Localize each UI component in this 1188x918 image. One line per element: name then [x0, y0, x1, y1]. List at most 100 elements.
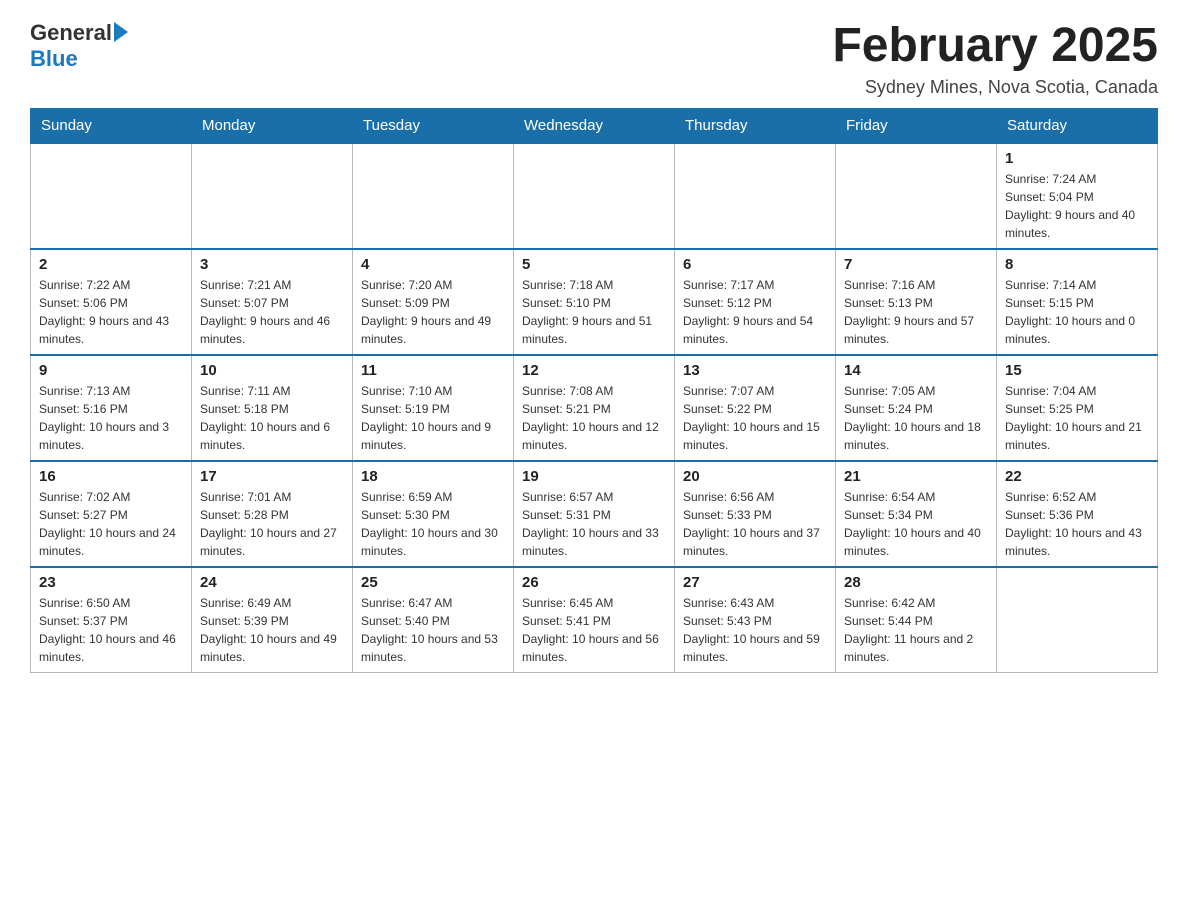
- day-info: Sunrise: 6:47 AMSunset: 5:40 PMDaylight:…: [361, 594, 505, 666]
- day-number: 8: [1005, 256, 1149, 273]
- day-number: 20: [683, 468, 827, 485]
- day-info: Sunrise: 7:01 AMSunset: 5:28 PMDaylight:…: [200, 488, 344, 560]
- logo-arrow-icon: [114, 22, 128, 42]
- calendar-cell: 15 Sunrise: 7:04 AMSunset: 5:25 PMDayligh…: [997, 355, 1158, 461]
- day-info: Sunrise: 7:08 AMSunset: 5:21 PMDaylight:…: [522, 382, 666, 454]
- calendar-cell: 3Sunrise: 7:21 AMSunset: 5:07 PMDaylight…: [192, 249, 353, 355]
- calendar-cell: 22 Sunrise: 6:52 AMSunset: 5:36 PMDayligh…: [997, 461, 1158, 567]
- calendar-cell: 14 Sunrise: 7:05 AMSunset: 5:24 PMDayligh…: [836, 355, 997, 461]
- calendar-cell: [514, 143, 675, 249]
- day-number: 12: [522, 362, 666, 379]
- day-info: Sunrise: 7:17 AMSunset: 5:12 PMDaylight:…: [683, 276, 827, 348]
- day-info: Sunrise: 7:18 AMSunset: 5:10 PMDaylight:…: [522, 276, 666, 348]
- calendar-week-row: 16Sunrise: 7:02 AMSunset: 5:27 PMDayligh…: [31, 461, 1158, 567]
- calendar-cell: 25 Sunrise: 6:47 AMSunset: 5:40 PMDayligh…: [353, 567, 514, 673]
- calendar-cell: [192, 143, 353, 249]
- calendar-cell: 13Sunrise: 7:07 AMSunset: 5:22 PMDayligh…: [675, 355, 836, 461]
- day-info: Sunrise: 6:43 AMSunset: 5:43 PMDaylight:…: [683, 594, 827, 666]
- day-number: 24: [200, 574, 344, 591]
- day-info: Sunrise: 6:42 AMSunset: 5:44 PMDaylight:…: [844, 594, 988, 666]
- day-of-week-header: Tuesday: [353, 108, 514, 143]
- day-number: 21: [844, 468, 988, 485]
- day-of-week-header: Sunday: [31, 108, 192, 143]
- day-number: 18: [361, 468, 505, 485]
- day-of-week-header: Saturday: [997, 108, 1158, 143]
- calendar-cell: 21Sunrise: 6:54 AMSunset: 5:34 PMDayligh…: [836, 461, 997, 567]
- calendar-header-row: SundayMondayTuesdayWednesdayThursdayFrid…: [31, 108, 1158, 143]
- day-number: 17: [200, 468, 344, 485]
- day-info: Sunrise: 6:45 AMSunset: 5:41 PMDaylight:…: [522, 594, 666, 666]
- calendar-cell: 24 Sunrise: 6:49 AMSunset: 5:39 PMDayligh…: [192, 567, 353, 673]
- calendar-cell: 5Sunrise: 7:18 AMSunset: 5:10 PMDaylight…: [514, 249, 675, 355]
- calendar-cell: 7 Sunrise: 7:16 AMSunset: 5:13 PMDaylight…: [836, 249, 997, 355]
- day-number: 28: [844, 574, 988, 591]
- calendar-cell: 11 Sunrise: 7:10 AMSunset: 5:19 PMDayligh…: [353, 355, 514, 461]
- day-info: Sunrise: 6:56 AMSunset: 5:33 PMDaylight:…: [683, 488, 827, 560]
- day-info: Sunrise: 7:24 AMSunset: 5:04 PMDaylight:…: [1005, 170, 1149, 242]
- day-of-week-header: Thursday: [675, 108, 836, 143]
- day-info: Sunrise: 6:52 AMSunset: 5:36 PMDaylight:…: [1005, 488, 1149, 560]
- day-info: Sunrise: 6:50 AMSunset: 5:37 PMDaylight:…: [39, 594, 183, 666]
- day-number: 9: [39, 362, 183, 379]
- day-info: Sunrise: 6:57 AMSunset: 5:31 PMDaylight:…: [522, 488, 666, 560]
- calendar-cell: [675, 143, 836, 249]
- logo-blue-text: Blue: [30, 46, 128, 72]
- logo: General Blue: [30, 20, 128, 72]
- calendar-cell: 6 Sunrise: 7:17 AMSunset: 5:12 PMDaylight…: [675, 249, 836, 355]
- day-info: Sunrise: 7:13 AMSunset: 5:16 PMDaylight:…: [39, 382, 183, 454]
- day-number: 23: [39, 574, 183, 591]
- calendar-cell: 2 Sunrise: 7:22 AMSunset: 5:06 PMDaylight…: [31, 249, 192, 355]
- day-info: Sunrise: 7:04 AMSunset: 5:25 PMDaylight:…: [1005, 382, 1149, 454]
- calendar-cell: 9 Sunrise: 7:13 AMSunset: 5:16 PMDaylight…: [31, 355, 192, 461]
- day-number: 15: [1005, 362, 1149, 379]
- calendar-cell: [353, 143, 514, 249]
- calendar-cell: 27 Sunrise: 6:43 AMSunset: 5:43 PMDayligh…: [675, 567, 836, 673]
- day-info: Sunrise: 7:16 AMSunset: 5:13 PMDaylight:…: [844, 276, 988, 348]
- calendar-cell: 1 Sunrise: 7:24 AMSunset: 5:04 PMDaylight…: [997, 143, 1158, 249]
- calendar-cell: 12 Sunrise: 7:08 AMSunset: 5:21 PMDayligh…: [514, 355, 675, 461]
- day-info: Sunrise: 7:05 AMSunset: 5:24 PMDaylight:…: [844, 382, 988, 454]
- calendar-cell: 8 Sunrise: 7:14 AMSunset: 5:15 PMDaylight…: [997, 249, 1158, 355]
- day-info: Sunrise: 7:22 AMSunset: 5:06 PMDaylight:…: [39, 276, 183, 348]
- calendar-cell: [31, 143, 192, 249]
- calendar-week-row: 23 Sunrise: 6:50 AMSunset: 5:37 PMDayligh…: [31, 567, 1158, 673]
- day-number: 19: [522, 468, 666, 485]
- day-info: Sunrise: 7:14 AMSunset: 5:15 PMDaylight:…: [1005, 276, 1149, 348]
- calendar-cell: 23 Sunrise: 6:50 AMSunset: 5:37 PMDayligh…: [31, 567, 192, 673]
- day-number: 4: [361, 256, 505, 273]
- calendar-cell: 10Sunrise: 7:11 AMSunset: 5:18 PMDayligh…: [192, 355, 353, 461]
- day-of-week-header: Wednesday: [514, 108, 675, 143]
- calendar-cell: 16Sunrise: 7:02 AMSunset: 5:27 PMDayligh…: [31, 461, 192, 567]
- day-number: 3: [200, 256, 344, 273]
- day-number: 27: [683, 574, 827, 591]
- calendar-cell: 18Sunrise: 6:59 AMSunset: 5:30 PMDayligh…: [353, 461, 514, 567]
- page-header: General Blue February 2025 Sydney Mines,…: [30, 20, 1158, 98]
- day-of-week-header: Friday: [836, 108, 997, 143]
- calendar-cell: [836, 143, 997, 249]
- calendar-week-row: 1 Sunrise: 7:24 AMSunset: 5:04 PMDaylight…: [31, 143, 1158, 249]
- day-number: 6: [683, 256, 827, 273]
- day-info: Sunrise: 7:02 AMSunset: 5:27 PMDaylight:…: [39, 488, 183, 560]
- location-text: Sydney Mines, Nova Scotia, Canada: [832, 77, 1158, 98]
- day-number: 26: [522, 574, 666, 591]
- calendar-cell: 20 Sunrise: 6:56 AMSunset: 5:33 PMDayligh…: [675, 461, 836, 567]
- calendar-cell: 4Sunrise: 7:20 AMSunset: 5:09 PMDaylight…: [353, 249, 514, 355]
- calendar-cell: 17 Sunrise: 7:01 AMSunset: 5:28 PMDayligh…: [192, 461, 353, 567]
- day-number: 22: [1005, 468, 1149, 485]
- calendar-cell: 26 Sunrise: 6:45 AMSunset: 5:41 PMDayligh…: [514, 567, 675, 673]
- day-number: 11: [361, 362, 505, 379]
- calendar-cell: 28 Sunrise: 6:42 AMSunset: 5:44 PMDayligh…: [836, 567, 997, 673]
- logo-general-text: General: [30, 20, 112, 46]
- day-number: 1: [1005, 150, 1149, 167]
- day-number: 7: [844, 256, 988, 273]
- month-title: February 2025: [832, 20, 1158, 73]
- day-info: Sunrise: 6:49 AMSunset: 5:39 PMDaylight:…: [200, 594, 344, 666]
- day-of-week-header: Monday: [192, 108, 353, 143]
- day-info: Sunrise: 7:07 AMSunset: 5:22 PMDaylight:…: [683, 382, 827, 454]
- day-number: 25: [361, 574, 505, 591]
- calendar-cell: [997, 567, 1158, 673]
- day-number: 14: [844, 362, 988, 379]
- day-number: 2: [39, 256, 183, 273]
- day-info: Sunrise: 7:10 AMSunset: 5:19 PMDaylight:…: [361, 382, 505, 454]
- calendar-week-row: 9 Sunrise: 7:13 AMSunset: 5:16 PMDaylight…: [31, 355, 1158, 461]
